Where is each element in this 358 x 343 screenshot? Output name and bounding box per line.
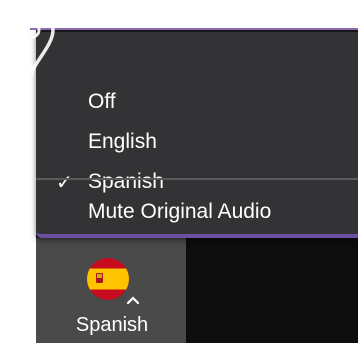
menu-item-mute-original-audio[interactable]: Mute Original Audio <box>36 194 358 230</box>
location-pin-icon <box>8 6 56 77</box>
menu-divider <box>36 178 358 180</box>
menu-item-label: Off <box>88 90 116 113</box>
menu-item-label: English <box>88 130 157 153</box>
chevron-up-icon[interactable] <box>126 292 140 305</box>
menu-item-english[interactable]: English <box>36 124 358 160</box>
zoom-interpretation-screen: Spanish Off English ✓ Spanish Mute Origi… <box>0 0 358 343</box>
menu-item-off[interactable]: Off <box>36 84 358 120</box>
menu-item-label: Mute Original Audio <box>88 200 272 223</box>
window-top-border <box>30 28 358 30</box>
interpretation-menu: Off English ✓ Spanish Mute Original Audi… <box>36 32 358 238</box>
spain-flag-icon <box>87 258 129 300</box>
language-button-label: Spanish <box>75 314 149 336</box>
